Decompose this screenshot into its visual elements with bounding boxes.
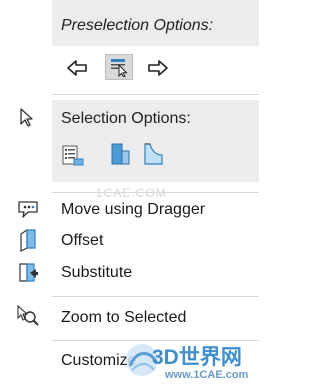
preselection-title: Preselection Options: — [61, 17, 214, 34]
separator — [52, 192, 259, 193]
forward-button[interactable] — [145, 56, 171, 80]
menu-item-substitute[interactable]: Substitute — [61, 264, 132, 282]
surface-select-icon — [144, 143, 163, 165]
dragger-icon — [16, 199, 40, 224]
watermark-url: www.1CAE.com — [165, 369, 249, 381]
menu-item-zoom-to-selected[interactable]: Zoom to Selected — [61, 309, 186, 327]
watermark-text: 1CAE.COM — [96, 186, 167, 200]
surface-select-button[interactable] — [140, 142, 166, 166]
separator — [52, 94, 259, 95]
list-select-button[interactable] — [60, 144, 86, 168]
back-button[interactable] — [64, 56, 90, 80]
offset-icon — [18, 228, 38, 257]
face-select-icon — [111, 143, 130, 165]
list-select-icon — [62, 145, 84, 166]
watermark-brand: 3D世界网 — [152, 346, 242, 369]
face-select-button[interactable] — [107, 142, 133, 166]
select-cursor-icon — [111, 59, 128, 77]
selection-title: Selection Options: — [61, 110, 191, 127]
context-menu: Preselection Options: Selection Options: — [0, 0, 259, 386]
zoom-selected-icon — [16, 304, 40, 333]
separator — [52, 296, 259, 297]
pointer-icon — [19, 108, 35, 133]
menu-item-offset[interactable]: Offset — [61, 232, 103, 250]
select-cursor-button[interactable] — [105, 54, 133, 80]
arrow-right-icon — [148, 60, 168, 76]
menu-item-move-using-dragger[interactable]: Move using Dragger — [61, 201, 205, 219]
arrow-left-icon — [67, 60, 87, 76]
substitute-icon — [17, 260, 39, 289]
